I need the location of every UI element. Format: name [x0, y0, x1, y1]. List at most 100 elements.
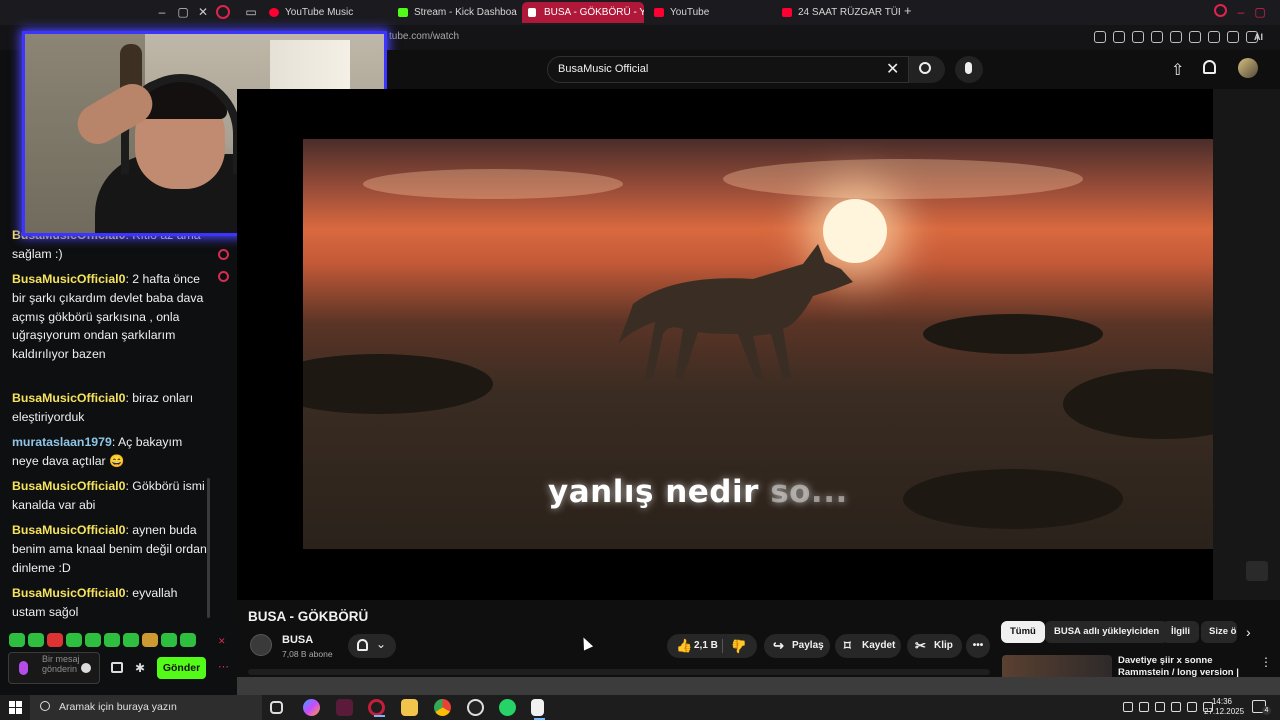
tray-app-icon[interactable] [1123, 702, 1133, 712]
voice-icon[interactable] [19, 661, 28, 675]
maximize-icon[interactable]: ▢ [1252, 4, 1268, 20]
chat-scrollbar[interactable] [207, 478, 210, 618]
tab-overview-icon[interactable]: ▭ [243, 4, 259, 20]
taskbar-search[interactable]: Aramak için buraya yazın [30, 695, 262, 720]
emote-close-icon[interactable]: ✕ [218, 636, 226, 647]
chat-username[interactable]: BusaMusicOfficial0 [12, 479, 125, 493]
heart-icon[interactable] [1170, 31, 1182, 43]
gear-icon[interactable]: ✱ [135, 661, 145, 675]
tab-youtube[interactable]: YouTube [648, 2, 768, 23]
pin-icon[interactable] [1094, 31, 1106, 43]
store-icon[interactable] [111, 662, 123, 673]
related-video-title[interactable]: Davetiye şiir x sonne Rammstein / long v… [1118, 655, 1248, 677]
chat-username[interactable]: BusaMusicOfficial0 [12, 272, 125, 286]
chevron-up-icon[interactable] [1107, 702, 1117, 712]
channel-avatar[interactable] [250, 634, 272, 656]
new-tab-button[interactable]: + [904, 3, 912, 18]
description-box[interactable] [248, 669, 990, 675]
opera-gx-icon[interactable] [368, 699, 385, 717]
youtube-icon [654, 8, 664, 17]
emote-icon[interactable] [142, 633, 158, 647]
home-icon[interactable] [218, 249, 229, 260]
emote-icon[interactable] [161, 633, 177, 647]
like-count[interactable]: 2,1 B [694, 634, 718, 658]
chat-message: BusaMusicOfficial0: eyvallah ustam sağol [12, 586, 178, 619]
subscribed-button[interactable]: ⌄ [348, 634, 396, 658]
tab-kick-dashboard[interactable]: Stream - Kick Dashboard [392, 2, 517, 23]
search-input[interactable]: BusaMusic Official ✕ [547, 56, 909, 83]
notifications-bell-icon[interactable] [1203, 60, 1216, 74]
thumbs-down-icon[interactable]: 👍 [731, 634, 747, 658]
task-view-icon[interactable] [270, 701, 283, 714]
system-clock[interactable]: 14:36 27.12.2025 [1204, 697, 1244, 717]
chip-for-you[interactable]: Size ö [1201, 621, 1237, 643]
more-actions-button[interactable]: ••• [966, 634, 990, 658]
chrome-icon[interactable] [434, 699, 451, 716]
chevron-right-icon[interactable]: › [1246, 624, 1251, 640]
video-frame[interactable]: yanlış nedir so... [303, 139, 1213, 549]
chat-username[interactable]: BusaMusicOfficial0 [12, 523, 125, 537]
streamlabs-icon[interactable] [467, 699, 484, 716]
close-icon[interactable]: ✕ [195, 4, 211, 20]
cast-icon[interactable] [1246, 561, 1268, 581]
snapshot-icon[interactable] [1113, 31, 1125, 43]
download-icon[interactable] [1227, 31, 1239, 43]
tab-busa-gokboru[interactable]: BUSA - GÖKBÖRÜ - Y [522, 2, 644, 23]
tab-ruzgar-turbin[interactable]: 24 SAAT RÜZGAR TÜRBİN [776, 2, 900, 23]
chip-all[interactable]: Tümü [1001, 621, 1045, 643]
more-icon[interactable]: ⋯ [218, 660, 229, 673]
channel-name[interactable]: BUSA [282, 634, 313, 646]
related-more-icon[interactable]: ⋮ [1260, 655, 1272, 669]
emote-icon[interactable] [47, 633, 63, 647]
emote-icon[interactable] [85, 633, 101, 647]
maximize-icon[interactable]: ▢ [175, 4, 191, 20]
microphone-icon[interactable] [1139, 702, 1149, 712]
emoji-icon[interactable] [81, 663, 91, 673]
chat-username[interactable]: murataslaan1979 [12, 435, 112, 449]
wallet-icon[interactable] [1208, 31, 1220, 43]
network-icon[interactable] [1155, 702, 1165, 712]
clear-search-icon[interactable]: ✕ [886, 59, 899, 79]
battery-icon[interactable] [1187, 702, 1197, 712]
windows-start-icon[interactable] [9, 701, 22, 714]
emote-icon[interactable] [28, 633, 44, 647]
chat-username[interactable]: BusaMusicOfficial0 [12, 391, 125, 405]
voice-search-button[interactable] [955, 56, 983, 83]
minimize-icon[interactable]: – [154, 4, 170, 20]
save-button[interactable]: ⌑ Kaydet [835, 634, 901, 658]
subscriber-count: 7,08 B abone [282, 649, 333, 659]
tab-search-icon[interactable] [1214, 4, 1227, 17]
copilot-icon[interactable] [303, 699, 320, 716]
extensions-icon[interactable] [1189, 31, 1201, 43]
notepad-icon[interactable] [531, 699, 545, 720]
whatsapp-icon[interactable] [499, 699, 516, 716]
chat-message-input[interactable]: Bir mesaj gönderin [8, 652, 100, 684]
related-video-thumbnail[interactable] [1002, 655, 1112, 677]
search-button[interactable] [909, 56, 945, 83]
play-icon[interactable] [1151, 31, 1163, 43]
aria-ai-button[interactable]: AI [1254, 32, 1263, 42]
account-avatar[interactable] [1238, 58, 1258, 78]
settings-icon[interactable] [218, 271, 229, 282]
emote-icon[interactable] [66, 633, 82, 647]
send-button[interactable]: Gönder [157, 657, 206, 679]
chip-from-uploader[interactable]: BUSA adlı yükleyiciden [1045, 621, 1169, 643]
thumbs-up-icon[interactable]: 👍 [676, 634, 692, 658]
file-explorer-icon[interactable] [401, 699, 418, 716]
minimize-icon[interactable]: – [1233, 4, 1249, 20]
chip-related[interactable]: İlgili [1162, 621, 1199, 643]
share-button[interactable]: ↪ Paylaş [764, 634, 830, 658]
emote-icon[interactable] [123, 633, 139, 647]
media-app-icon[interactable] [336, 699, 353, 716]
emote-icon[interactable] [104, 633, 120, 647]
shield-icon[interactable] [1132, 31, 1144, 43]
tab-youtube-music[interactable]: YouTube Music [263, 2, 383, 23]
emote-icon[interactable] [180, 633, 196, 647]
emote-icon[interactable] [9, 633, 25, 647]
clip-button[interactable]: ✂ Klip [907, 634, 962, 658]
url-field[interactable]: tube.com/watch [389, 31, 459, 42]
volume-icon[interactable] [1171, 702, 1181, 712]
opera-logo-icon[interactable] [216, 5, 230, 19]
upload-icon[interactable]: ⇧ [1171, 60, 1184, 80]
chat-username[interactable]: BusaMusicOfficial0 [12, 586, 125, 600]
